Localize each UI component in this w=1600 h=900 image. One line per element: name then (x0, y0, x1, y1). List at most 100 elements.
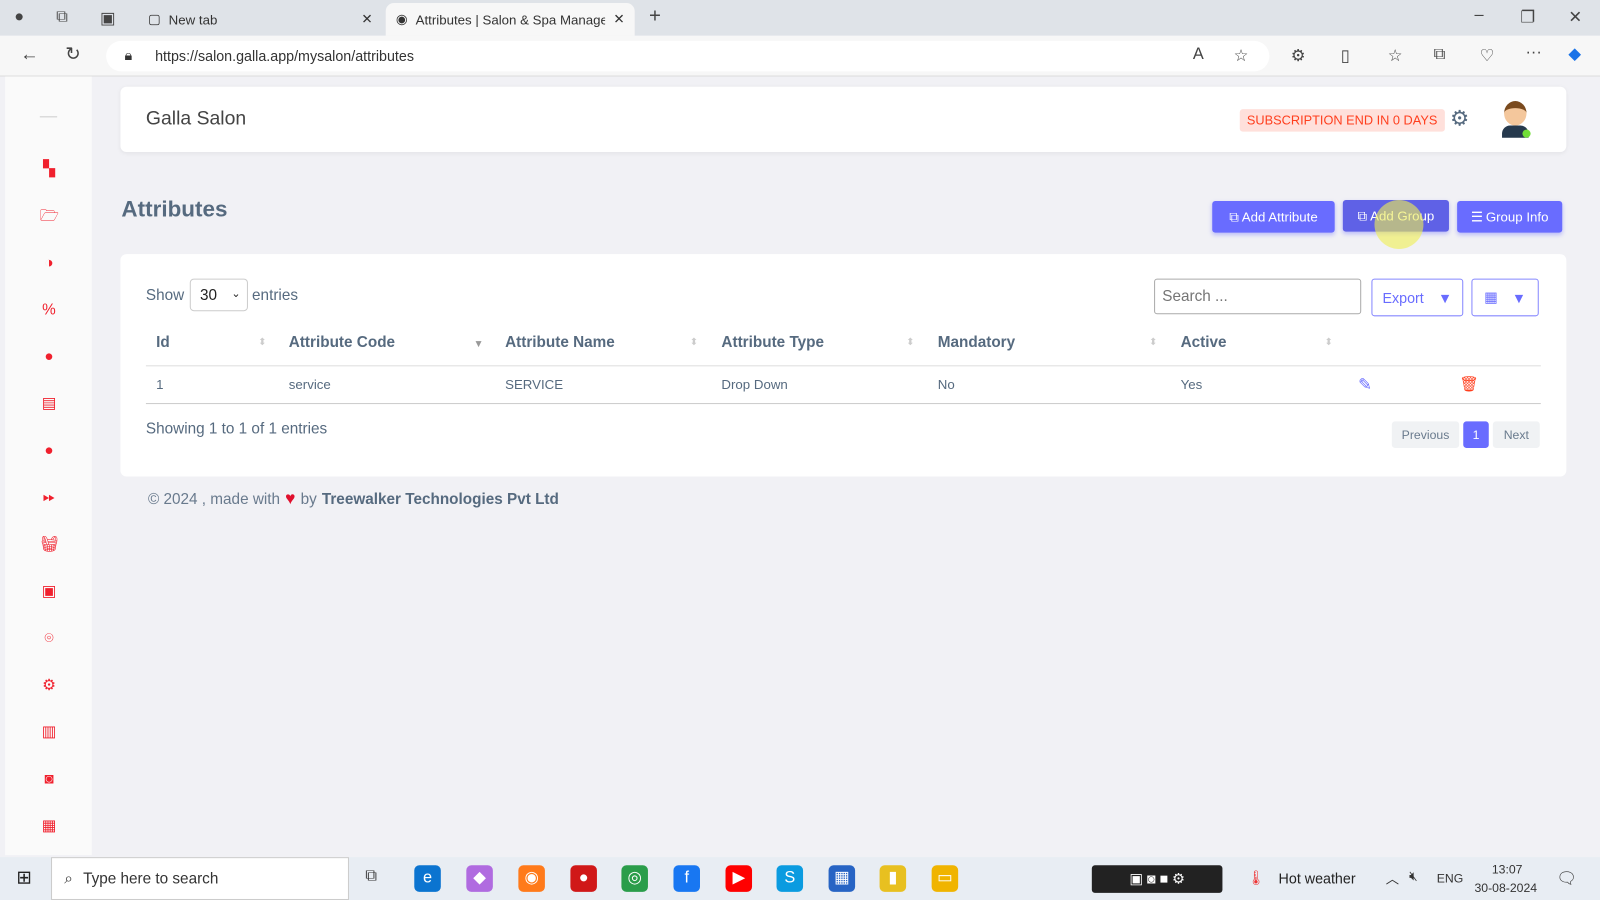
document-icon[interactable]: ▤ (40, 395, 58, 413)
weather-icon: 🌡︎ (1246, 869, 1266, 886)
company-link[interactable]: Treewalker Technologies Pvt Ltd (322, 490, 559, 507)
caret-down-icon: ▼ (1438, 289, 1453, 306)
dashboard-icon[interactable]: ▚ (40, 160, 58, 178)
minimize-icon[interactable]: – (1474, 6, 1483, 24)
tab-actions-icon[interactable]: ▣ (100, 8, 115, 28)
extensions-icon[interactable]: ⚙ (1291, 46, 1306, 66)
chrome-icon[interactable]: ◎ (621, 865, 648, 892)
skype-icon[interactable]: S (776, 865, 804, 892)
online-status-dot (1522, 129, 1531, 138)
delete-trash-icon[interactable]: 🗑︎ (1459, 374, 1478, 393)
sort-icon[interactable]: ⬍ (258, 337, 267, 348)
notifications-icon[interactable]: 🗨︎ (1556, 868, 1577, 888)
column-header-attribute-name[interactable]: Attribute Name (505, 334, 615, 351)
split-screen-icon[interactable]: ▯ (1341, 46, 1350, 66)
table-row: 1 service SERVICE Drop Down No Yes ✎ 🗑︎ (145, 366, 1541, 405)
column-header-attribute-type[interactable]: Attribute Type (721, 334, 824, 351)
taskbar-search[interactable]: ⌕ Type here to search (51, 857, 349, 900)
close-icon[interactable]: ✕ (613, 11, 624, 27)
youtube-icon[interactable]: ▶ (725, 865, 753, 892)
favicon-icon: ◉ (395, 11, 408, 27)
capture-toolbar[interactable]: ▣ ◙ ■ ⚙ (1091, 865, 1223, 893)
back-icon[interactable]: ← (20, 44, 38, 65)
recorder-icon[interactable]: ● (570, 865, 597, 892)
sort-icon[interactable]: ⬍ (1149, 337, 1158, 348)
column-header-attribute-code[interactable]: Attribute Code (289, 334, 395, 351)
search-input[interactable] (1154, 278, 1362, 315)
close-window-icon[interactable]: ✕ (1568, 7, 1582, 27)
folder-icon[interactable]: 🗁︎ (40, 207, 59, 225)
collections-icon[interactable]: ⧉ (1434, 46, 1446, 64)
contacts-icon[interactable]: ▣ (40, 583, 58, 601)
attributes-table-card: Show 30⌄ entries Export▼ ▦▼ Id⬍ Attribut… (120, 254, 1567, 477)
column-visibility-dropdown[interactable]: ▦ ▼ (1471, 278, 1539, 317)
group-info-button[interactable]: ☰ Group Info (1457, 201, 1563, 233)
edit-pencil-icon[interactable]: ✎ (1358, 374, 1372, 394)
entries-select[interactable]: 30 ⌄ (189, 278, 248, 312)
store-icon[interactable]: ▦ (828, 865, 856, 892)
profile-icon[interactable]: ● (14, 8, 24, 26)
sort-desc-icon[interactable]: ▼ (473, 339, 483, 350)
firefox-icon[interactable]: ◉ (518, 865, 545, 892)
refresh-icon[interactable]: ↻ (65, 44, 80, 65)
add-attribute-button[interactable]: ⧉ Add Attribute (1212, 201, 1335, 233)
file-explorer-icon[interactable]: ▭ (931, 865, 959, 892)
copilot-icon[interactable]: ◆ (1568, 44, 1581, 64)
read-aloud-icon[interactable]: A (1193, 46, 1204, 64)
user-circle-icon[interactable]: ● (40, 348, 58, 366)
sort-icon[interactable]: ⬍ (690, 337, 699, 348)
brand-name: Galla Salon (145, 108, 247, 130)
windows-start-icon[interactable]: ⊞ (16, 867, 31, 888)
new-tab-icon[interactable]: + (649, 5, 661, 28)
pagination-previous[interactable]: Previous (1391, 421, 1460, 448)
clock-date[interactable]: 30-08-2024 (1474, 881, 1537, 895)
avatar[interactable] (1500, 101, 1531, 140)
more-icon[interactable]: ··· (1525, 44, 1541, 62)
tab-new-tab[interactable]: ▢ New tab ✕ (138, 3, 383, 36)
location-icon[interactable]: ⌾ (40, 630, 58, 648)
column-header-active[interactable]: Active (1181, 334, 1227, 351)
caret-down-icon: ▼ (1511, 289, 1527, 306)
contrast-icon[interactable]: ◑ (40, 254, 58, 272)
footer: © 2024 , made with ♥ by Treewalker Technolo… (147, 488, 559, 509)
weather-text[interactable]: Hot weather (1279, 870, 1356, 886)
money-icon[interactable]: ◙ (40, 770, 58, 788)
settings-icon[interactable]: ⚙ (40, 677, 58, 695)
browser-essentials-icon[interactable]: ♡ (1480, 46, 1495, 66)
close-icon[interactable]: ✕ (361, 11, 372, 27)
user-circle-icon[interactable]: ● (40, 442, 58, 460)
tab-attributes[interactable]: ◉ Attributes | Salon & Spa Manager ✕ (385, 3, 635, 36)
url-input[interactable]: 🔒︎ https://salon.galla.app/mysalon/attrib… (106, 40, 1270, 72)
clock-time[interactable]: 13:07 (1492, 862, 1523, 876)
copilot-icon[interactable]: ◆ (466, 865, 493, 892)
report-icon[interactable]: ▥ (40, 723, 58, 741)
browser-tab-bar: ● ⧉ ▣ ▢ New tab ✕ ◉ Attributes | Salon & Sp… (0, 0, 1600, 36)
sort-icon[interactable]: ⬍ (906, 337, 915, 348)
list-icon: ☰ (1470, 208, 1483, 224)
task-view-icon[interactable]: ⧉ (365, 867, 377, 885)
basket-icon[interactable]: 🧺︎ (40, 536, 59, 554)
add-group-button[interactable]: ⧉ Add Group (1342, 199, 1449, 232)
sidebar: ▚ 🗁︎ ◑ % ● ▤ ● ⏩︎ 🧺︎ ▣ ⌾ ⚙ ▥ ◙ ▦ (5, 76, 92, 856)
fast-forward-icon[interactable]: ⏩︎ (40, 489, 58, 507)
speaker-muted-icon[interactable]: 🔇︎ (1409, 868, 1417, 884)
settings-gear-icon[interactable]: ⚙ (1450, 106, 1469, 132)
pagination-next[interactable]: Next (1492, 421, 1540, 448)
restore-icon[interactable]: ❐ (1520, 7, 1535, 27)
app-icon[interactable]: ▮ (879, 865, 907, 892)
sort-icon[interactable]: ⬍ (1324, 337, 1333, 348)
language-indicator[interactable]: ENG (1437, 871, 1464, 885)
calendar-icon[interactable]: ▦ (40, 817, 58, 835)
favorite-star-icon[interactable]: ☆ (1234, 46, 1249, 66)
edge-icon[interactable]: e (414, 865, 441, 892)
pagination-page-1[interactable]: 1 (1463, 421, 1489, 448)
facebook-icon[interactable]: f (673, 865, 700, 892)
collections-icon[interactable]: ⧉ (56, 8, 68, 26)
coupon-icon[interactable]: % (40, 301, 58, 319)
favorites-icon[interactable]: ☆ (1388, 46, 1403, 66)
column-header-mandatory[interactable]: Mandatory (938, 334, 1015, 351)
export-dropdown[interactable]: Export ▼ (1371, 278, 1464, 317)
chevron-up-icon[interactable]: ︿ (1386, 868, 1399, 887)
column-header-id[interactable]: Id (156, 334, 170, 351)
search-icon: ⌕ (64, 869, 73, 888)
